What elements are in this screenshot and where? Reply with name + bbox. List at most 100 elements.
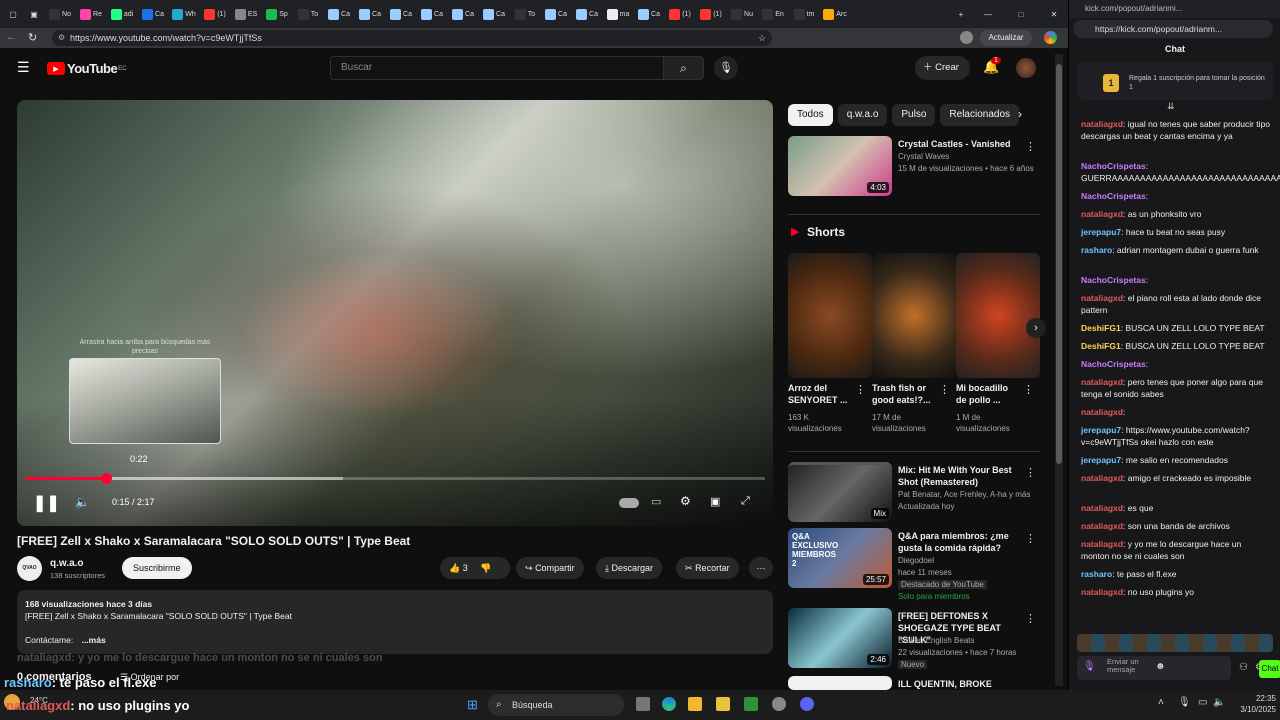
browser-tab[interactable]: ma — [605, 6, 631, 22]
browser-tab[interactable]: Ca — [388, 6, 414, 22]
chat-username[interactable]: nataliagxd — [1081, 293, 1123, 303]
profile-avatar[interactable] — [960, 31, 973, 44]
browser-tab[interactable]: Ca — [419, 6, 445, 22]
emote-bar[interactable] — [1077, 634, 1273, 652]
description-box[interactable]: 168 visualizaciones hace 3 días [FREE] Z… — [17, 590, 773, 654]
chat-username[interactable]: nataliagxd — [1081, 503, 1123, 513]
chat-username[interactable]: nataliagxd — [1081, 539, 1123, 549]
chat-username[interactable]: nataliagxd — [1081, 377, 1123, 387]
chat-message[interactable]: nataliagxd: y yo me lo descargue hace un… — [1081, 538, 1271, 562]
video-player[interactable]: Arrastra hacia arriba para búsquedas más… — [17, 100, 773, 526]
browser-tab[interactable]: To — [512, 6, 538, 22]
chat-username[interactable]: nataliagxd — [1081, 119, 1123, 129]
browser-tab[interactable]: tm — [791, 6, 817, 22]
chat-message[interactable]: jerepapu7: me salio en recomendados — [1081, 454, 1271, 466]
browser-tab[interactable]: Arc — [822, 6, 848, 22]
speaker-icon[interactable]: 🔈 — [1213, 697, 1225, 708]
reload-icon[interactable]: ↻ — [28, 31, 37, 44]
fl-studio-icon[interactable] — [744, 697, 758, 711]
tab-workspaces-icon[interactable]: ▣ — [26, 6, 42, 22]
volume-icon[interactable]: 🔈 — [75, 495, 90, 509]
browser-tab[interactable]: Ca — [140, 6, 166, 22]
chat-username[interactable]: nataliagxd — [1081, 521, 1123, 531]
browser-tab[interactable]: Wh — [171, 6, 197, 22]
chat-message[interactable]: nataliagxd: no uso plugins yo — [1081, 586, 1271, 598]
more-actions-button[interactable]: ⋯ — [749, 557, 773, 579]
browser-tab[interactable]: Ca — [543, 6, 569, 22]
chat-message[interactable]: nataliagxd: es que — [1081, 502, 1271, 514]
chat-message[interactable]: rasharo: te paso el fl.exe — [1081, 568, 1271, 580]
chat-message[interactable]: nataliagxd: pero tenes que poner algo pa… — [1081, 376, 1271, 400]
chat-username[interactable]: jerepapu7 — [1081, 227, 1121, 237]
chat-username[interactable]: NachoCrispetas — [1081, 275, 1146, 285]
chat-message[interactable]: NachoCrispetas: GUERRAAAAAAAAAAAAAAAAAAA… — [1081, 160, 1280, 184]
scrollbar-thumb[interactable] — [1056, 64, 1062, 464]
chat-username[interactable]: rasharo — [1081, 569, 1112, 579]
chat-message[interactable]: jerepapu7: hace tu beat no seas pusy — [1081, 226, 1271, 238]
chat-username[interactable]: DeshiFG1 — [1081, 323, 1121, 333]
maximize-button[interactable]: □ — [1007, 6, 1035, 22]
close-window-button[interactable]: ✕ — [1040, 6, 1068, 22]
task-view-icon[interactable] — [636, 697, 650, 711]
browser-tab[interactable]: Sp — [264, 6, 290, 22]
menu-icon[interactable]: ☰ — [17, 59, 30, 76]
site-info-icon[interactable]: ⚙ — [58, 30, 65, 46]
related-video[interactable]: 4:03 Crystal Castles - Vanished Crystal … — [788, 136, 1040, 198]
more-vertical-icon[interactable]: ⋮ — [1025, 466, 1036, 479]
settings-gear-icon[interactable]: ⚙ — [680, 494, 691, 508]
more-vertical-icon[interactable]: ⋮ — [1025, 140, 1036, 153]
chat-username[interactable]: DeshiFG1 — [1081, 341, 1121, 351]
filter-chip[interactable]: Todos — [788, 104, 833, 126]
chat-username[interactable]: rasharo — [1081, 245, 1112, 255]
thumbs-down-icon[interactable]: 👎 — [480, 563, 491, 573]
short-thumbnail[interactable] — [788, 253, 872, 378]
edge-browser-icon[interactable] — [662, 697, 676, 711]
related-video[interactable]: Q&A EXCLUSIVO MIEMBROS 2 25:57 Q&A para … — [788, 528, 1040, 606]
chat-message[interactable]: NachoCrispetas: — [1081, 358, 1271, 370]
pinned-gift-banner[interactable]: 1 Regala 1 suscripción para tomar la pos… — [1077, 62, 1273, 100]
shorts-next-arrow-icon[interactable]: › — [1026, 318, 1046, 338]
more-vertical-icon[interactable]: ⋮ — [939, 383, 950, 396]
search-button[interactable]: ⌕ — [664, 56, 704, 80]
youtube-logo[interactable]: ▶ YouTube EC — [47, 61, 127, 76]
chat-message[interactable]: nataliagxd: igual no tenes que saber pro… — [1081, 118, 1271, 142]
related-video[interactable]: Mix Mix: Hit Me With Your Best Shot (Rem… — [788, 462, 1040, 524]
related-video[interactable]: ILL QUENTIN, BROKE CARREY - — [788, 676, 1040, 690]
more-vertical-icon[interactable]: ⋮ — [1025, 532, 1036, 545]
copilot-icon[interactable] — [1044, 31, 1057, 44]
voice-search-button[interactable]: 🎙 — [714, 56, 738, 80]
channel-name[interactable]: q.w.a.o — [50, 558, 84, 569]
chat-username[interactable]: jerepapu7 — [1081, 455, 1121, 465]
file-explorer-icon[interactable] — [716, 697, 730, 711]
chat-username[interactable]: NachoCrispetas — [1081, 161, 1146, 171]
show-more-link[interactable]: ...más — [82, 635, 106, 645]
browser-tab[interactable]: To — [295, 6, 321, 22]
thumbs-up-icon[interactable]: 👍 — [449, 563, 460, 573]
browser-tab[interactable]: Ca — [481, 6, 507, 22]
browser-tab[interactable]: Ca — [636, 6, 662, 22]
progress-track[interactable] — [25, 473, 765, 484]
theater-mode-icon[interactable]: ▣ — [710, 495, 720, 508]
browser-tab[interactable]: ES — [233, 6, 259, 22]
short-thumbnail[interactable] — [956, 253, 1040, 378]
more-vertical-icon[interactable]: ⋮ — [855, 383, 866, 396]
chat-message[interactable]: nataliagxd: as un phonksito vro — [1081, 208, 1271, 220]
discord-icon[interactable] — [800, 697, 814, 711]
tray-chevron-icon[interactable]: ˄ — [1158, 697, 1164, 708]
collapse-banner-icon[interactable]: ⇊ — [1167, 101, 1175, 112]
chat-message[interactable]: NachoCrispetas: — [1081, 274, 1271, 286]
account-avatar[interactable] — [1016, 58, 1036, 78]
browser-tab[interactable]: Ca — [450, 6, 476, 22]
minimize-button[interactable]: — — [974, 6, 1002, 22]
browser-tab[interactable]: Ca — [357, 6, 383, 22]
filter-chip[interactable]: Relacionados — [940, 104, 1020, 126]
clock[interactable]: 22:35 3/10/2025 — [1236, 693, 1276, 715]
chat-message[interactable]: DeshiFG1: BUSCA UN ZELL LOLO TYPE BEAT — [1081, 340, 1271, 352]
url-field[interactable]: ⚙ https://www.youtube.com/watch?v=c9eWTj… — [52, 30, 772, 46]
filter-chip[interactable]: q.w.a.o — [837, 104, 888, 126]
chat-message[interactable]: jerepapu7: https://www.youtube.com/watch… — [1081, 424, 1271, 448]
clip-button[interactable]: ✂ Recortar — [676, 557, 739, 579]
chat-username[interactable]: NachoCrispetas — [1081, 191, 1146, 201]
short-thumbnail[interactable] — [872, 253, 956, 378]
bookmark-star-icon[interactable]: ☆ — [758, 30, 766, 46]
